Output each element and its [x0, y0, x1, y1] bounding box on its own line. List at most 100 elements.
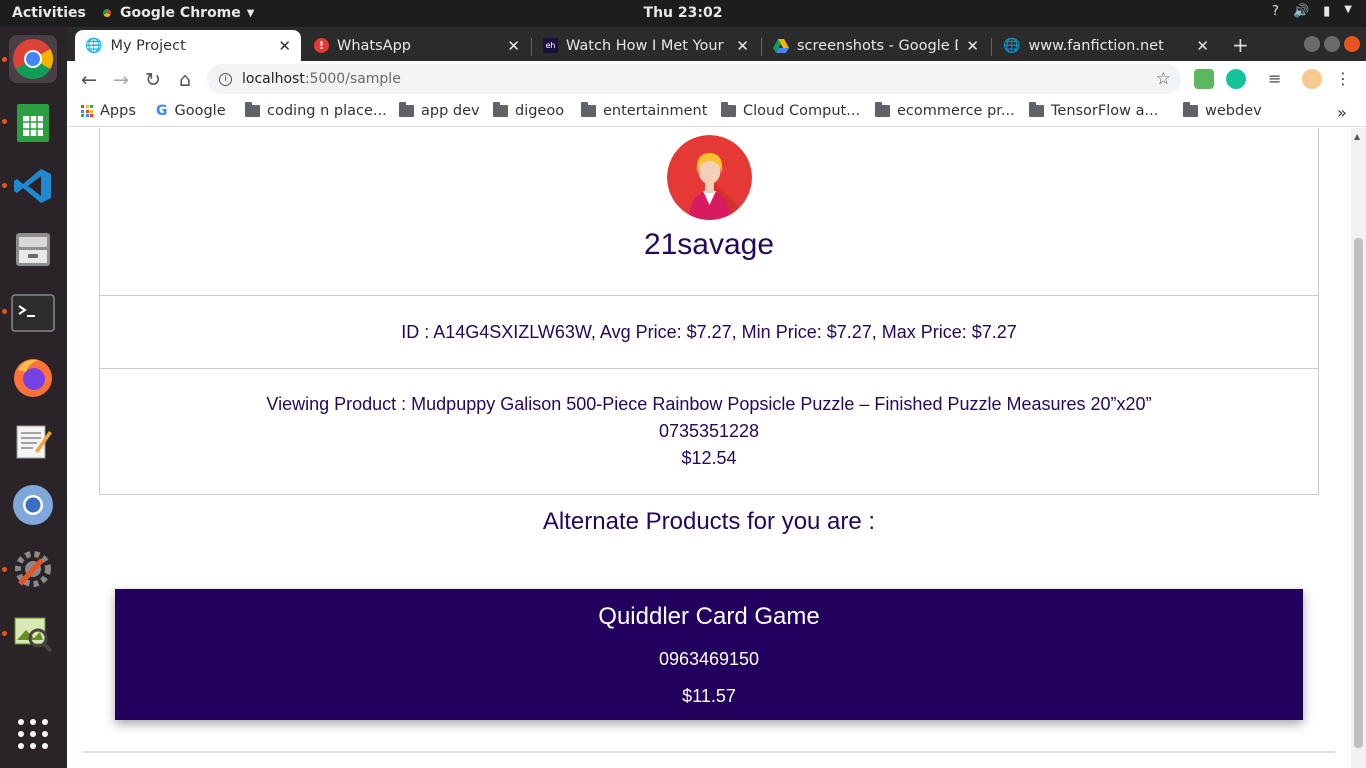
bookmark-apps[interactable]: Apps: [81, 103, 136, 119]
bookmark-folder-cloud[interactable]: Cloud Comput...: [721, 102, 860, 119]
google-drive-icon: [773, 38, 789, 53]
app-menu[interactable]: Google Chrome ▼: [100, 5, 254, 21]
dock-chromium[interactable]: [9, 481, 57, 529]
bookmark-folder-webdev[interactable]: webdev: [1183, 102, 1262, 119]
folder-icon: [581, 102, 596, 117]
close-window-button[interactable]: [1344, 36, 1360, 52]
page-bottom-border: [83, 751, 1335, 753]
tab-title: www.fanfiction.net: [1028, 37, 1164, 54]
dock-spreadsheet[interactable]: [9, 99, 57, 147]
dock-terminal[interactable]: [9, 289, 57, 337]
firefox-icon: [14, 359, 52, 397]
minimize-button[interactable]: [1304, 36, 1320, 52]
viewing-product-card: Viewing Product : Mudpuppy Galison 500-P…: [99, 368, 1319, 495]
chromium-icon: [13, 485, 53, 525]
bookmark-google[interactable]: G Google: [156, 103, 226, 119]
activities-button[interactable]: Activities: [12, 5, 86, 21]
address-bar[interactable]: i localhost:5000/sample ☆: [207, 64, 1181, 94]
new-tab-button[interactable]: +: [1232, 33, 1249, 57]
help-icon: ?: [1272, 4, 1279, 19]
running-indicator: [2, 309, 7, 314]
alternate-product-id: 0963469150: [658, 649, 760, 669]
dock-text-editor[interactable]: [9, 417, 57, 465]
bookmark-folder-coding[interactable]: coding n place...: [245, 102, 387, 119]
maximize-button[interactable]: [1324, 36, 1340, 52]
grammarly-icon[interactable]: [1226, 69, 1246, 89]
scrollbar-thumb[interactable]: [1354, 238, 1363, 748]
close-tab-icon[interactable]: ✕: [736, 37, 749, 55]
close-tab-icon[interactable]: ✕: [1196, 37, 1209, 55]
viewing-product-id: 0735351228: [658, 421, 760, 441]
profile-avatar[interactable]: [1302, 69, 1322, 89]
bookmarks-overflow-icon[interactable]: »: [1337, 103, 1347, 122]
app-grid-icon: [18, 719, 48, 749]
tab-watch-himym[interactable]: eh Watch How I Met Your M ✕: [533, 30, 759, 61]
alternate-product-card[interactable]: Quiddler Card Game 0963469150 $11.57: [115, 589, 1303, 720]
bookmark-folder-entertainment[interactable]: entertainment: [581, 102, 707, 119]
scroll-up-arrow-icon[interactable]: ▲: [1354, 132, 1360, 141]
viewing-product-price: $12.54: [681, 448, 737, 468]
dock-image-viewer[interactable]: [9, 609, 57, 657]
bookmark-folder-digeoo[interactable]: digeoo: [493, 102, 564, 119]
alternate-product-price: $11.57: [682, 686, 736, 706]
back-arrow-icon[interactable]: ←: [78, 69, 100, 91]
tab-separator: [531, 38, 532, 56]
chrome-icon: [100, 6, 114, 20]
tab-title: screenshots - Google Dr: [797, 37, 959, 54]
running-indicator: [2, 119, 7, 124]
bookmark-star-icon[interactable]: ☆: [1156, 69, 1171, 89]
alternate-product-name: Quiddler Card Game: [598, 603, 820, 630]
tab-my-project[interactable]: 🌐 My Project ✕: [75, 30, 301, 61]
bookmarks-bar: Apps G Google coding n place... app dev …: [67, 97, 1366, 127]
chrome-icon: [13, 39, 53, 79]
close-tab-icon[interactable]: ✕: [966, 37, 979, 55]
folder-icon: [245, 102, 260, 117]
alternate-products-heading: Alternate Products for you are :: [542, 508, 876, 535]
url-path: :5000/sample: [304, 71, 401, 87]
system-tray[interactable]: ? 🔊 ▮ ▼: [1272, 4, 1352, 19]
bookmark-folder-app-dev[interactable]: app dev: [399, 102, 480, 119]
home-icon[interactable]: ⌂: [174, 69, 196, 91]
folder-icon: [1183, 102, 1198, 117]
battery-icon: ▮: [1323, 4, 1331, 19]
ubuntu-dock: [0, 27, 67, 768]
extension-icon[interactable]: [1194, 69, 1214, 89]
close-tab-icon[interactable]: ✕: [278, 37, 291, 55]
bookmark-label: webdev: [1205, 103, 1262, 119]
tab-fanfiction[interactable]: 🌐 www.fanfiction.net ✕: [993, 30, 1219, 61]
globe-icon: 🌐: [85, 37, 103, 54]
dock-files[interactable]: [9, 225, 57, 273]
reload-icon[interactable]: ↻: [142, 69, 164, 91]
clock[interactable]: Thu 23:02: [644, 5, 723, 21]
dock-settings[interactable]: [9, 545, 57, 593]
dock-chrome[interactable]: [9, 35, 57, 83]
tab-separator: [991, 38, 992, 56]
tab-title: Watch How I Met Your M: [566, 37, 729, 54]
site-favicon-icon: eh: [543, 38, 558, 53]
image-viewer-icon: [14, 617, 53, 653]
media-queue-icon[interactable]: ≡: [1268, 69, 1288, 89]
user-stats-card: ID : A14G4SXIZLW63W, Avg Price: $7.27, M…: [99, 296, 1319, 369]
tab-title: WhatsApp: [337, 37, 411, 54]
folder-icon: [399, 102, 414, 117]
dock-vscode[interactable]: [9, 162, 57, 210]
bookmark-folder-ecommerce[interactable]: ecommerce pr...: [875, 102, 1015, 119]
volume-icon: 🔊: [1292, 4, 1310, 19]
close-tab-icon[interactable]: ✕: [507, 37, 520, 55]
tab-whatsapp[interactable]: ! WhatsApp ✕: [304, 30, 530, 61]
bookmark-folder-tensorflow[interactable]: TensorFlow a...: [1029, 102, 1158, 119]
browser-toolbar: ← → ↻ ⌂ i localhost:5000/sample ☆ ≡ ⋮: [67, 61, 1366, 97]
forward-arrow-icon[interactable]: →: [110, 69, 132, 91]
menu-icon[interactable]: ⋮: [1333, 69, 1353, 89]
dock-firefox[interactable]: [9, 353, 57, 401]
show-applications-button[interactable]: [9, 710, 57, 758]
running-indicator: [2, 631, 7, 636]
page-scrollbar[interactable]: ▲: [1351, 128, 1366, 768]
settings-tools-icon: [15, 551, 51, 587]
tab-google-drive[interactable]: screenshots - Google Dr ✕: [763, 30, 989, 61]
avatar: [667, 135, 752, 220]
error-icon: !: [314, 38, 329, 53]
apps-grid-icon: [81, 105, 93, 117]
folder-icon: [875, 102, 890, 117]
user-avatar-icon: [667, 135, 752, 220]
